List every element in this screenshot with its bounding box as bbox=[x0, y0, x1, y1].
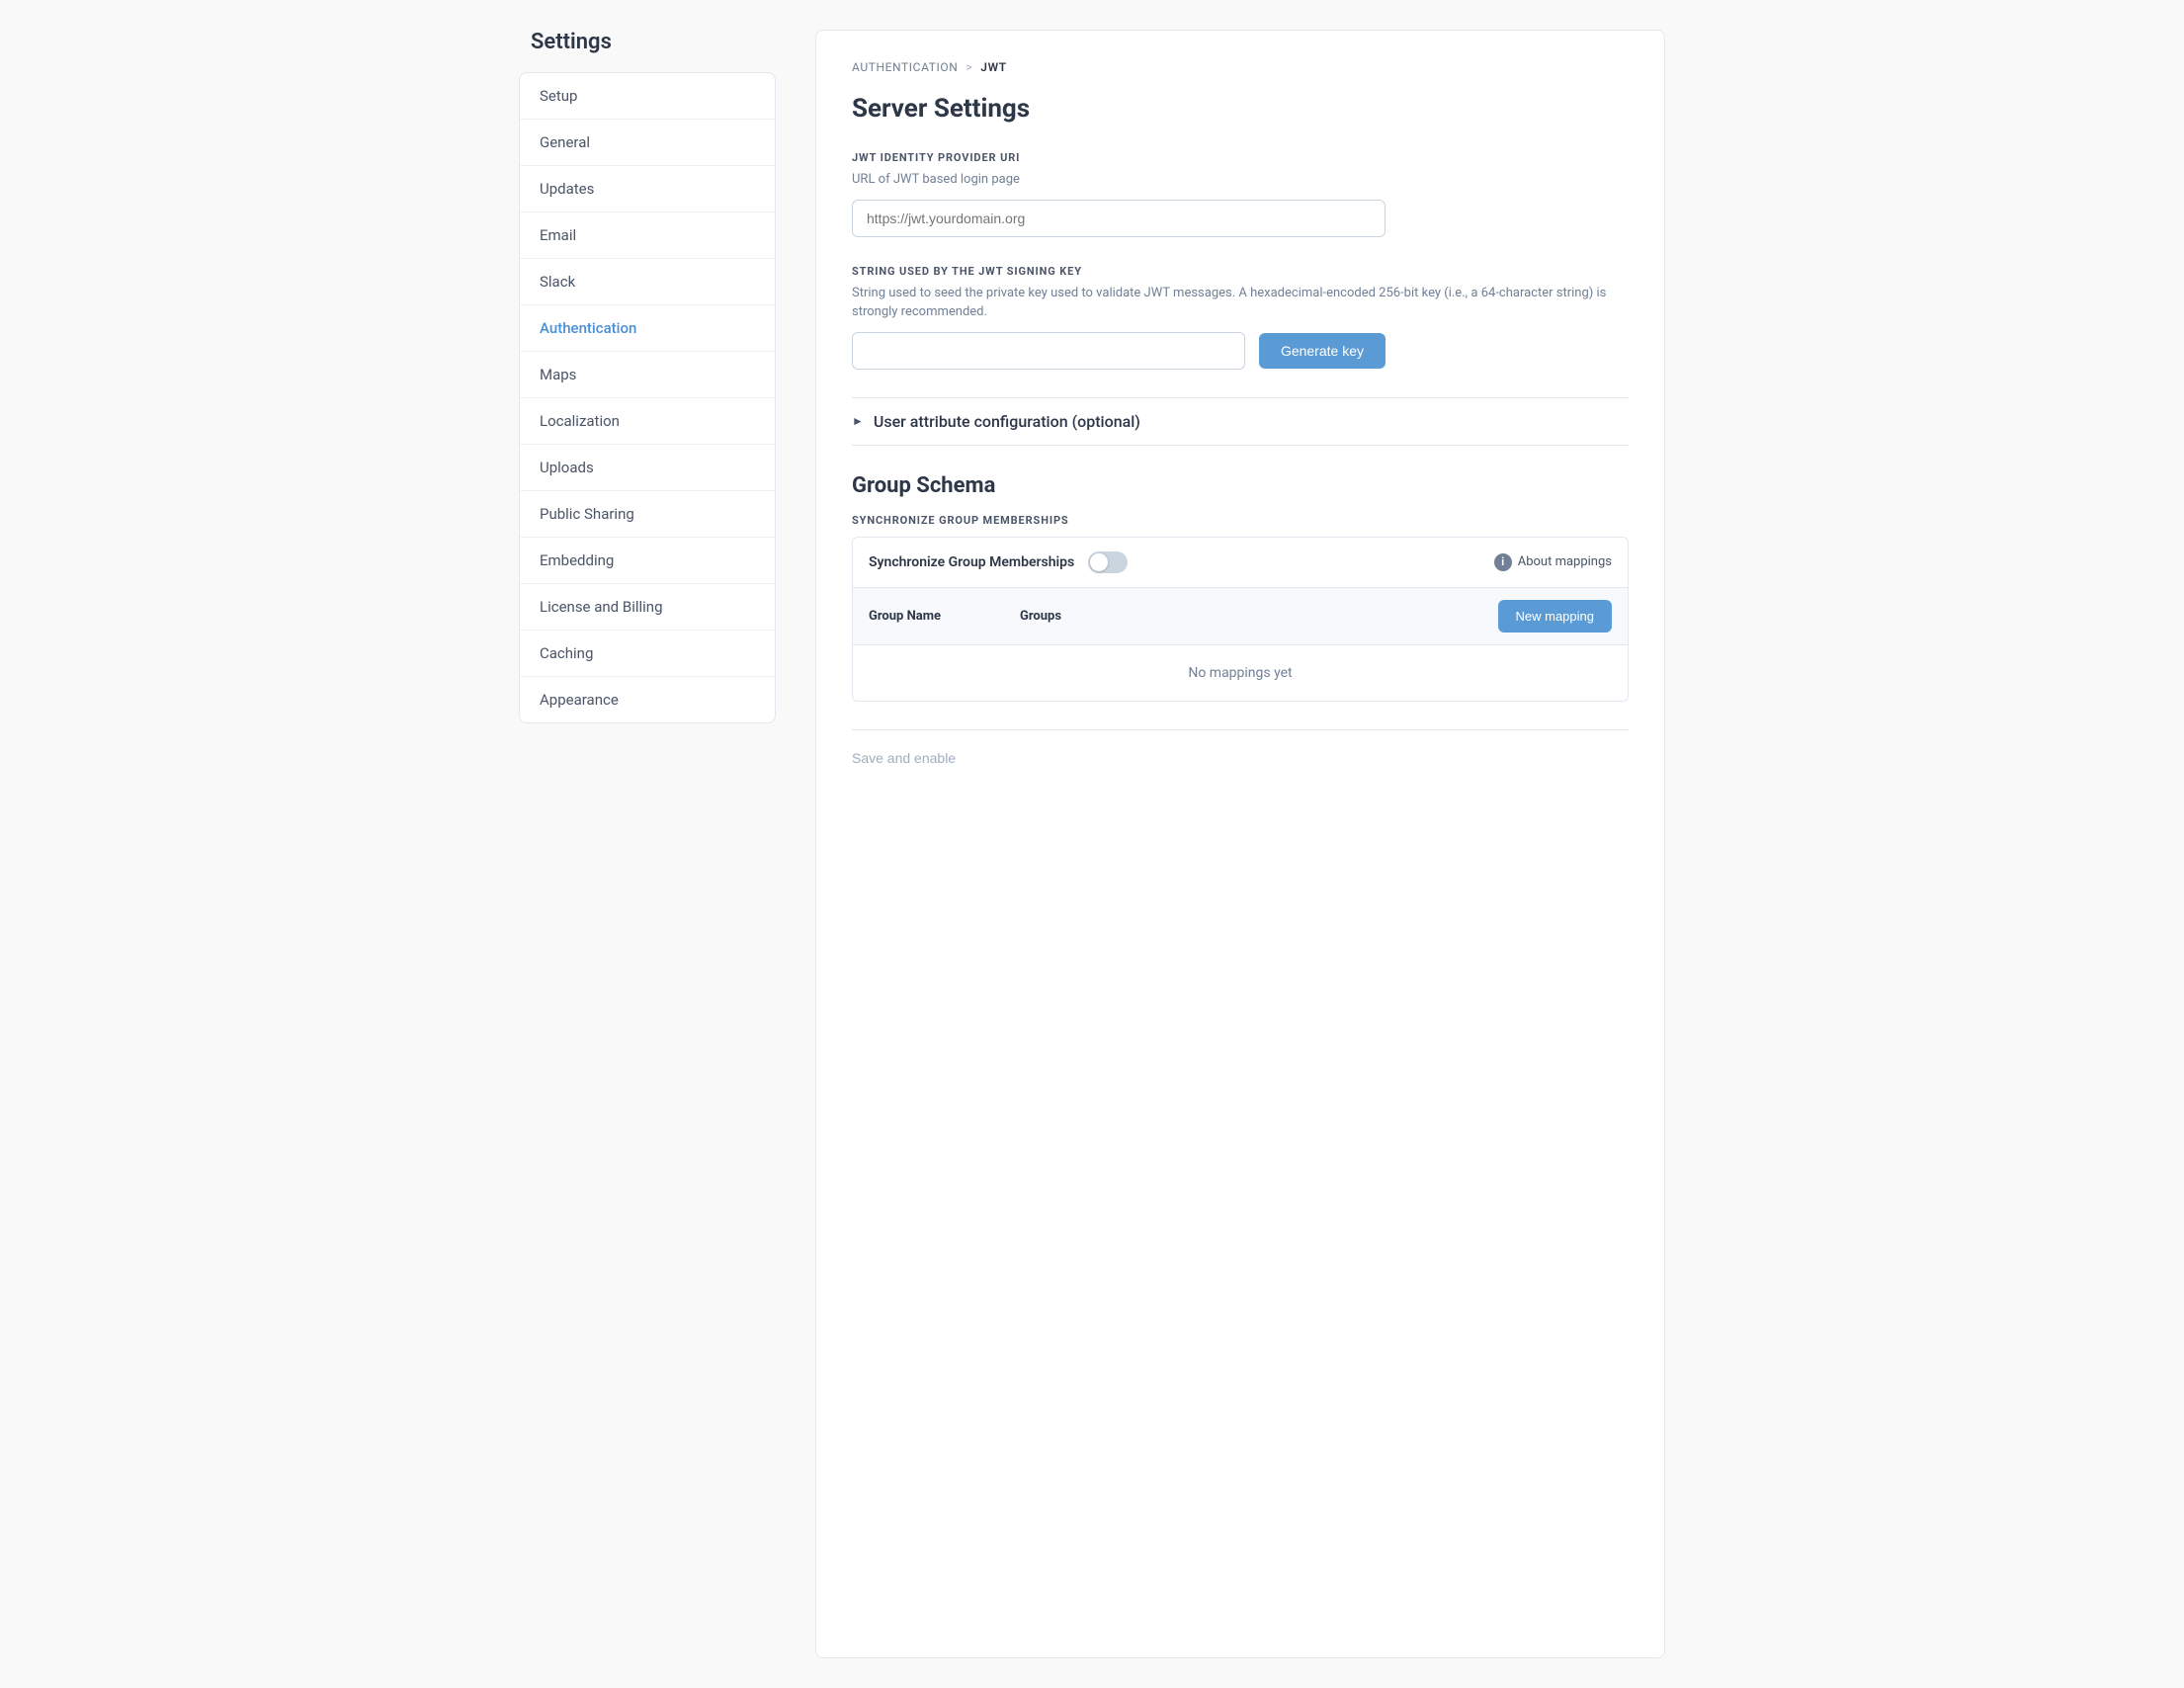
empty-message: No mappings yet bbox=[1188, 665, 1292, 681]
signing-key-description: String used to seed the private key used… bbox=[852, 284, 1629, 322]
jwt-uri-description: URL of JWT based login page bbox=[852, 170, 1629, 190]
collapse-icon: ► bbox=[852, 414, 864, 428]
table-cols: Group Name Groups bbox=[869, 609, 1061, 624]
sidebar-item-updates[interactable]: Updates bbox=[520, 166, 775, 212]
col-group-name: Group Name bbox=[869, 609, 941, 624]
user-attribute-label: User attribute configuration (optional) bbox=[874, 412, 1140, 431]
sync-toggle-label: Synchronize Group Memberships bbox=[869, 554, 1074, 570]
sidebar-nav: Setup General Updates Email Slack Authen… bbox=[519, 72, 776, 723]
col-groups: Groups bbox=[1020, 609, 1061, 624]
generate-key-button[interactable]: Generate key bbox=[1259, 333, 1386, 369]
breadcrumb-parent[interactable]: AUTHENTICATION bbox=[852, 60, 958, 74]
sidebar-item-uploads[interactable]: Uploads bbox=[520, 445, 775, 491]
jwt-uri-input[interactable] bbox=[852, 200, 1386, 237]
group-schema-title: Group Schema bbox=[852, 473, 1629, 498]
sidebar-item-general[interactable]: General bbox=[520, 120, 775, 166]
breadcrumb: AUTHENTICATION > JWT bbox=[852, 60, 1629, 74]
empty-mappings: No mappings yet bbox=[852, 645, 1629, 702]
sidebar: Settings Setup General Updates Email Sla… bbox=[519, 30, 776, 1658]
save-section: Save and enable bbox=[852, 729, 1629, 767]
sidebar-item-embedding[interactable]: Embedding bbox=[520, 538, 775, 584]
sidebar-item-setup[interactable]: Setup bbox=[520, 73, 775, 120]
signing-key-label: STRING USED BY THE JWT SIGNING KEY bbox=[852, 265, 1629, 278]
signing-key-input[interactable] bbox=[852, 332, 1245, 370]
sidebar-item-maps[interactable]: Maps bbox=[520, 352, 775, 398]
sync-row-left: Synchronize Group Memberships bbox=[869, 551, 1128, 573]
mappings-table-header: Group Name Groups New mapping bbox=[852, 588, 1629, 645]
sidebar-item-localization[interactable]: Localization bbox=[520, 398, 775, 445]
sidebar-item-public-sharing[interactable]: Public Sharing bbox=[520, 491, 775, 538]
signing-key-row: Generate key bbox=[852, 332, 1386, 370]
sidebar-item-appearance[interactable]: Appearance bbox=[520, 677, 775, 722]
group-schema-section: Group Schema SYNCHRONIZE GROUP MEMBERSHI… bbox=[852, 473, 1629, 702]
sidebar-item-license-billing[interactable]: License and Billing bbox=[520, 584, 775, 631]
jwt-uri-label: JWT IDENTITY PROVIDER URI bbox=[852, 151, 1629, 164]
breadcrumb-current: JWT bbox=[980, 60, 1006, 74]
about-mappings-button[interactable]: i About mappings bbox=[1494, 553, 1612, 571]
info-icon: i bbox=[1494, 553, 1512, 571]
sidebar-item-slack[interactable]: Slack bbox=[520, 259, 775, 305]
new-mapping-button[interactable]: New mapping bbox=[1498, 600, 1613, 633]
save-enable-button[interactable]: Save and enable bbox=[852, 750, 956, 766]
page-title: Settings bbox=[519, 30, 776, 54]
sidebar-item-caching[interactable]: Caching bbox=[520, 631, 775, 677]
section-title: Server Settings bbox=[852, 94, 1629, 124]
user-attribute-section[interactable]: ► User attribute configuration (optional… bbox=[852, 397, 1629, 446]
breadcrumb-separator: > bbox=[966, 60, 972, 74]
about-mappings-label: About mappings bbox=[1518, 554, 1612, 569]
signing-key-field: STRING USED BY THE JWT SIGNING KEY Strin… bbox=[852, 265, 1629, 370]
sync-section-label: SYNCHRONIZE GROUP MEMBERSHIPS bbox=[852, 514, 1629, 527]
sync-toggle[interactable] bbox=[1088, 551, 1128, 573]
main-panel: AUTHENTICATION > JWT Server Settings JWT… bbox=[815, 30, 1665, 1658]
sync-row: Synchronize Group Memberships i About ma… bbox=[852, 537, 1629, 588]
sidebar-item-email[interactable]: Email bbox=[520, 212, 775, 259]
jwt-uri-field: JWT IDENTITY PROVIDER URI URL of JWT bas… bbox=[852, 151, 1629, 237]
sidebar-item-authentication[interactable]: Authentication bbox=[520, 305, 775, 352]
